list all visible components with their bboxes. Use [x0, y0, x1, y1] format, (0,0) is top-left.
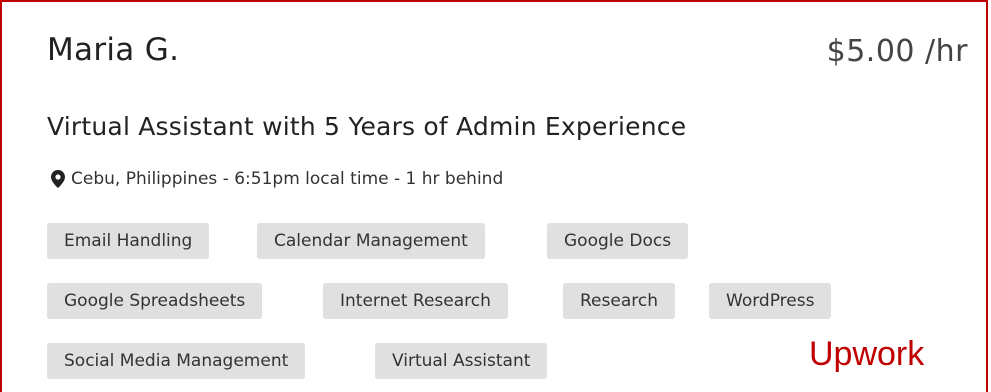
upwork-watermark: Upwork: [809, 335, 925, 373]
profile-title[interactable]: Virtual Assistant with 5 Years of Admin …: [47, 109, 686, 145]
skill-tag-social-media-management[interactable]: Social Media Management: [47, 343, 306, 379]
freelancer-name[interactable]: Maria G.: [47, 30, 179, 70]
location-text: Cebu, Philippines - 6:51pm local time - …: [71, 169, 504, 189]
skill-tag-internet-research[interactable]: Internet Research: [323, 283, 508, 319]
skill-tag-google-docs[interactable]: Google Docs: [547, 223, 689, 259]
freelancer-profile-card[interactable]: Maria G. $5.00 /hr Virtual Assistant wit…: [0, 0, 988, 392]
skill-tag-calendar-management[interactable]: Calendar Management: [257, 223, 485, 259]
skill-tag-google-spreadsheets[interactable]: Google Spreadsheets: [47, 283, 263, 319]
skill-tag-email-handling[interactable]: Email Handling: [47, 223, 210, 259]
skill-tag-virtual-assistant[interactable]: Virtual Assistant: [375, 343, 548, 379]
location-info: Cebu, Philippines - 6:51pm local time - …: [51, 164, 503, 194]
skill-tag-research[interactable]: Research: [563, 283, 675, 319]
hourly-rate: $5.00 /hr: [826, 34, 968, 69]
skill-tag-wordpress[interactable]: WordPress: [709, 283, 832, 319]
map-pin-icon: [51, 170, 65, 188]
